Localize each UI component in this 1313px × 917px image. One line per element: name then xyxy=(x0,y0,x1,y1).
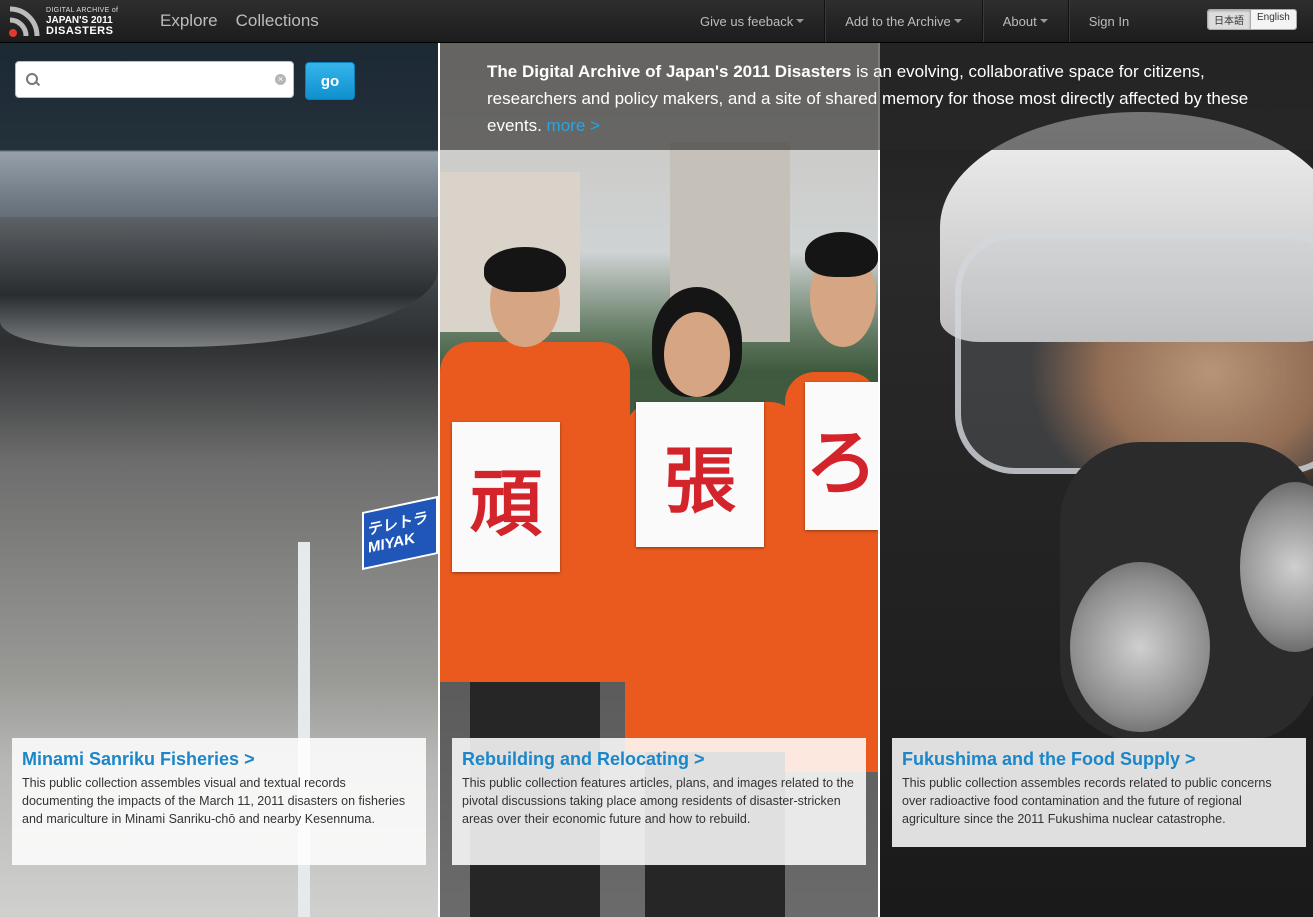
respirator-filter-shape xyxy=(1070,562,1210,732)
search-field[interactable]: × xyxy=(15,61,294,98)
intro-banner: The Digital Archive of Japan's 2011 Disa… xyxy=(440,42,1313,150)
nav-feedback-label: Give us feeback xyxy=(700,13,794,29)
collection-card-fukushima: Fukushima and the Food Supply > This pub… xyxy=(892,738,1306,847)
nav-feedback-dropdown[interactable]: Give us feeback xyxy=(680,0,824,42)
intro-more-link[interactable]: more > xyxy=(547,116,600,135)
sign-card-3: ろ xyxy=(805,382,878,530)
person-shape xyxy=(805,232,878,277)
primary-nav: Explore Collections xyxy=(160,0,319,42)
caret-down-icon xyxy=(796,19,805,23)
caret-down-icon xyxy=(953,19,962,23)
goggle-shape xyxy=(955,232,1313,474)
search-icon xyxy=(26,73,38,85)
site-logo[interactable]: DIGITAL ARCHIVE of JAPAN'S 2011 DISASTER… xyxy=(8,4,128,38)
search-input[interactable] xyxy=(44,68,268,94)
collection-title-link[interactable]: Fukushima and the Food Supply > xyxy=(902,749,1296,770)
clear-icon[interactable]: × xyxy=(275,74,286,85)
person-shape xyxy=(664,312,730,397)
nav-sign-in-label: Sign In xyxy=(1088,13,1130,29)
panel-divider xyxy=(438,42,440,917)
nav-about-label: About xyxy=(1002,13,1037,29)
collection-card-rebuilding: Rebuilding and Relocating > This public … xyxy=(452,738,866,865)
top-navbar: DIGITAL ARCHIVE of JAPAN'S 2011 DISASTER… xyxy=(0,0,1313,43)
collection-title-link[interactable]: Rebuilding and Relocating > xyxy=(462,749,856,770)
collection-description: This public collection assembles visual … xyxy=(22,776,406,826)
caret-down-icon xyxy=(1039,19,1048,23)
person-shape xyxy=(484,247,566,292)
rss-icon xyxy=(9,6,40,37)
search-go-button[interactable]: go xyxy=(305,62,355,100)
collection-title-link[interactable]: Minami Sanriku Fisheries > xyxy=(22,749,416,770)
logo-line-1: DIGITAL ARCHIVE of xyxy=(46,7,119,14)
intro-title: The Digital Archive of Japan's 2011 Disa… xyxy=(487,62,852,81)
lang-japanese[interactable]: 日本語 xyxy=(1208,10,1251,29)
sign-card-2: 張 xyxy=(636,402,764,547)
collection-description: This public collection features articles… xyxy=(462,776,854,826)
nav-add-to-archive-dropdown[interactable]: Add to the Archive xyxy=(824,0,982,42)
logo-line-3: DISASTERS xyxy=(46,25,114,37)
lang-english[interactable]: English xyxy=(1251,10,1296,29)
nav-explore[interactable]: Explore xyxy=(160,11,218,31)
road-sign: テレトラ MIYAK xyxy=(362,495,438,571)
secondary-nav: Give us feeback Add to the Archive About… xyxy=(680,0,1149,42)
sign-card-1: 頑 xyxy=(452,422,560,572)
nav-add-label: Add to the Archive xyxy=(845,13,951,29)
panel-divider xyxy=(878,42,880,917)
collection-card-minami-sanriku: Minami Sanriku Fisheries > This public c… xyxy=(12,738,426,865)
language-toggle: 日本語 English xyxy=(1207,9,1297,30)
nav-sign-in[interactable]: Sign In xyxy=(1067,0,1149,42)
nav-about-dropdown[interactable]: About xyxy=(981,0,1068,42)
collection-description: This public collection assembles records… xyxy=(902,776,1272,826)
tsunami-wave-shape xyxy=(0,217,438,347)
nav-collections[interactable]: Collections xyxy=(236,11,319,31)
